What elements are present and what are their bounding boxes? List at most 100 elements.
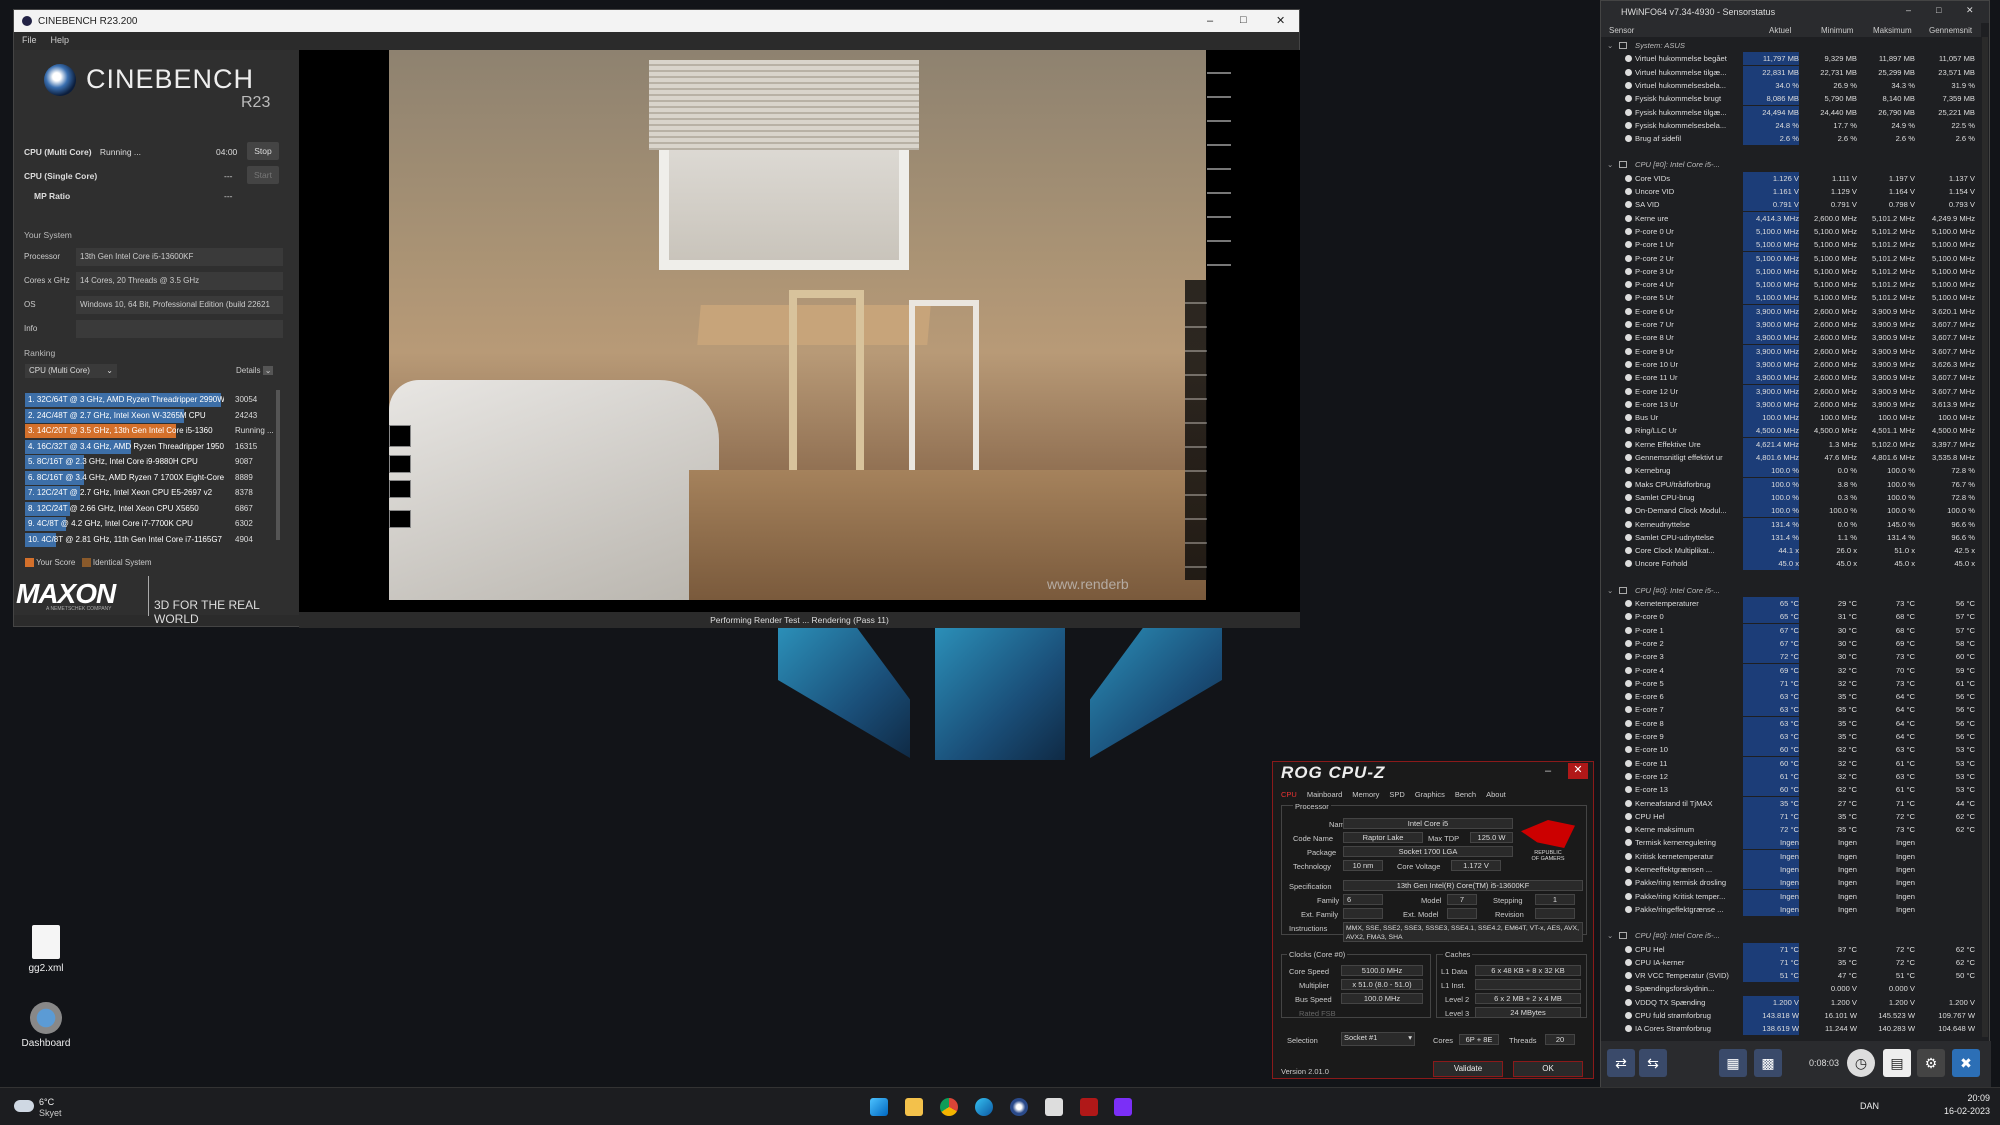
- sensor-row[interactable]: Core Clock Multiplikat... 44.1 x 26.0 x 51.…: [1601, 544, 1981, 558]
- ranking-item[interactable]: 6. 8C/16T @ 3.4 GHz, AMD Ryzen 7 1700X E…: [25, 470, 275, 485]
- sensor-row[interactable]: E-core 6 63 °C 35 °C 64 °C 56 °C: [1601, 690, 1981, 704]
- sensor-row[interactable]: VDDQ TX Spænding 1.200 V 1.200 V 1.200 V 1.2…: [1601, 995, 1981, 1009]
- hwinfo-taskbar-icon[interactable]: [1045, 1098, 1063, 1116]
- ranking-item[interactable]: 10. 4C/8T @ 2.81 GHz, 11th Gen Intel Cor…: [25, 532, 275, 547]
- maximize-button[interactable]: □: [1936, 5, 1941, 15]
- sensor-row[interactable]: SA VID 0.791 V 0.791 V 0.798 V 0.793 V: [1601, 198, 1981, 212]
- sensor-row[interactable]: E-core 8 63 °C 35 °C 64 °C 56 °C: [1601, 716, 1981, 730]
- file-explorer-icon[interactable]: [905, 1098, 923, 1116]
- sensor-row[interactable]: VR VCC Temperatur (SVID) 51 °C 47 °C 51 °C 5…: [1601, 969, 1981, 983]
- sensor-row[interactable]: CPU Hel 71 °C 35 °C 72 °C 62 °C: [1601, 809, 1981, 823]
- sensor-row[interactable]: P-core 2 Ur 5,100.0 MHz 5,100.0 MHz 5,101.2…: [1601, 251, 1981, 265]
- sensor-row[interactable]: E-core 7 Ur 3,900.0 MHz 2,600.0 MHz 3,900.9…: [1601, 318, 1981, 331]
- sensor-row[interactable]: Pakke/ring Kritisk temper... Ingen Ingen In…: [1601, 889, 1981, 903]
- sensor-row[interactable]: P-core 3 72 °C 30 °C 73 °C 60 °C: [1601, 650, 1981, 664]
- chrome-icon[interactable]: [940, 1098, 958, 1116]
- tab-bench[interactable]: Bench: [1455, 790, 1476, 799]
- network-icon[interactable]: ▦: [1719, 1049, 1747, 1077]
- sensor-row[interactable]: P-core 0 65 °C 31 °C 68 °C 57 °C: [1601, 610, 1981, 624]
- menu-file[interactable]: File: [22, 35, 37, 45]
- sensor-row[interactable]: IA Cores Strømforbrug 138.619 W 11.244 W 14…: [1601, 1022, 1981, 1036]
- tab-about[interactable]: About: [1486, 790, 1506, 799]
- sensor-row[interactable]: E-core 6 Ur 3,900.0 MHz 2,600.0 MHz 3,900.9…: [1601, 304, 1981, 318]
- sensor-row[interactable]: E-core 8 Ur 3,900.0 MHz 2,600.0 MHz 3,900.9…: [1601, 331, 1981, 345]
- sensor-row[interactable]: E-core 7 63 °C 35 °C 64 °C 56 °C: [1601, 703, 1981, 717]
- sensor-row[interactable]: Spændingsforskydnin... 0.000 V 0.000 V: [1601, 982, 1981, 995]
- collapse-icon[interactable]: ⌄: [1607, 929, 1613, 942]
- sensor-row[interactable]: Pakke/ringeffektgrænse ... Ingen Ingen Inge…: [1601, 902, 1981, 916]
- sensor-group[interactable]: ⌄ CPU [#0]: Intel Core i5-...: [1601, 158, 1981, 171]
- sensor-row[interactable]: CPU Hel 71 °C 37 °C 72 °C 62 °C: [1601, 942, 1981, 956]
- sensor-row[interactable]: Samlet CPU-udnyttelse 131.4 % 1.1 % 131.4 %…: [1601, 530, 1981, 544]
- sensor-row[interactable]: P-core 5 Ur 5,100.0 MHz 5,100.0 MHz 5,101.2…: [1601, 291, 1981, 305]
- sensor-row[interactable]: P-core 4 Ur 5,100.0 MHz 5,100.0 MHz 5,101.2…: [1601, 278, 1981, 292]
- sensor-row[interactable]: Bus Ur 100.0 MHz 100.0 MHz 100.0 MHz 100.0 M…: [1601, 411, 1981, 425]
- sensor-row[interactable]: Ring/LLC Ur 4,500.0 MHz 4,500.0 MHz 4,501.1…: [1601, 424, 1981, 438]
- ranking-item[interactable]: 8. 12C/24T @ 2.66 GHz, Intel Xeon CPU X5…: [25, 501, 275, 516]
- cinebench-taskbar-icon[interactable]: [1010, 1098, 1028, 1116]
- sensor-row[interactable]: P-core 2 67 °C 30 °C 69 °C 58 °C: [1601, 636, 1981, 650]
- layout-icon[interactable]: ▩: [1754, 1049, 1782, 1077]
- start-icon[interactable]: [870, 1098, 888, 1116]
- close-button[interactable]: ✕: [1276, 14, 1285, 27]
- minimize-button[interactable]: –: [1545, 765, 1551, 777]
- sensor-row[interactable]: Virtuel hukommelsesbela... 34.0 % 26.9 % 34…: [1601, 78, 1981, 92]
- stop-button[interactable]: Stop: [247, 142, 279, 160]
- sensor-row[interactable]: Virtuel hukommelse tilgæ... 22,831 MB 22,7…: [1601, 65, 1981, 79]
- nav-left-icon[interactable]: ⇄: [1607, 1049, 1635, 1077]
- info-field[interactable]: [76, 320, 283, 338]
- language-indicator[interactable]: DAN: [1860, 1101, 1879, 1111]
- collapse-icon[interactable]: ⌄: [1607, 39, 1613, 52]
- sensor-row[interactable]: E-core 9 63 °C 35 °C 64 °C 56 °C: [1601, 730, 1981, 743]
- clock-icon[interactable]: ◷: [1847, 1049, 1875, 1077]
- sensor-row[interactable]: E-core 13 60 °C 32 °C 61 °C 53 °C: [1601, 783, 1981, 797]
- sensor-row[interactable]: Gennemsnitligt effektivt ur 4,801.6 MHz 47…: [1601, 451, 1981, 464]
- sensor-group[interactable]: ⌄ System: ASUS: [1601, 39, 1981, 52]
- sensor-row[interactable]: P-core 1 Ur 5,100.0 MHz 5,100.0 MHz 5,101.2…: [1601, 238, 1981, 252]
- sensor-row[interactable]: Kerneudnyttelse 131.4 % 0.0 % 145.0 % 96.6 %: [1601, 517, 1981, 531]
- sensor-row[interactable]: Kerneeffektgrænsen ... Ingen Ingen Ingen: [1601, 863, 1981, 876]
- sensor-row[interactable]: E-core 10 Ur 3,900.0 MHz 2,600.0 MHz 3,900.…: [1601, 357, 1981, 371]
- ranking-item[interactable]: 7. 12C/24T @ 2.7 GHz, Intel Xeon CPU E5-…: [25, 486, 275, 500]
- nav-collapse-icon[interactable]: ⇆: [1639, 1049, 1667, 1077]
- cinebench-titlebar[interactable]: CINEBENCH R23.200 – □ ✕: [14, 10, 1299, 32]
- sensor-row[interactable]: E-core 10 60 °C 32 °C 63 °C 53 °C: [1601, 743, 1981, 757]
- sensor-row[interactable]: E-core 12 61 °C 32 °C 63 °C 53 °C: [1601, 769, 1981, 783]
- desktop-icon-dashboard[interactable]: Dashboard: [6, 1002, 86, 1049]
- start-button[interactable]: Start: [247, 166, 279, 184]
- sensor-row[interactable]: Kerne ure 4,414.3 MHz 2,600.0 MHz 5,101.2 M…: [1601, 211, 1981, 225]
- collapse-icon[interactable]: ⌄: [1607, 584, 1613, 597]
- clock[interactable]: 20:09 16-02-2023: [1930, 1093, 1990, 1116]
- ranking-item[interactable]: 3. 14C/20T @ 3.5 GHz, 13th Gen Intel Cor…: [25, 424, 275, 438]
- sensor-row[interactable]: Uncore VID 1.161 V 1.129 V 1.164 V 1.154 V: [1601, 185, 1981, 198]
- sensor-row[interactable]: P-core 4 69 °C 32 °C 70 °C 59 °C: [1601, 663, 1981, 677]
- ranking-item[interactable]: 4. 16C/32T @ 3.4 GHz, AMD Ryzen Threadri…: [25, 439, 275, 454]
- minimize-button[interactable]: –: [1906, 5, 1911, 15]
- sensor-row[interactable]: P-core 3 Ur 5,100.0 MHz 5,100.0 MHz 5,101.2…: [1601, 264, 1981, 278]
- ok-button[interactable]: OK: [1513, 1061, 1583, 1077]
- sensor-row[interactable]: Virtuel hukommelse begået 11,797 MB 9,329 …: [1601, 52, 1981, 66]
- sensor-row[interactable]: Kerne maksimum 72 °C 35 °C 73 °C 62 °C: [1601, 823, 1981, 837]
- report-icon[interactable]: ▤: [1883, 1049, 1911, 1077]
- desktop-icon-gg2[interactable]: gg2.xml: [6, 925, 86, 974]
- sensor-row[interactable]: E-core 9 Ur 3,900.0 MHz 2,600.0 MHz 3,900.9…: [1601, 344, 1981, 358]
- sensor-row[interactable]: Core VIDs 1.126 V 1.111 V 1.197 V 1.137 V: [1601, 171, 1981, 185]
- nzxt-icon[interactable]: [1114, 1098, 1132, 1116]
- hwinfo-scrollbar[interactable]: [1982, 37, 1988, 1037]
- close-button[interactable]: ✕: [1966, 5, 1974, 16]
- sensor-row[interactable]: P-core 0 Ur 5,100.0 MHz 5,100.0 MHz 5,101.2…: [1601, 224, 1981, 238]
- validate-button[interactable]: Validate: [1433, 1061, 1503, 1077]
- details-button[interactable]: Details ⌄: [236, 366, 274, 375]
- ranking-item[interactable]: 5. 8C/16T @ 2.3 GHz, Intel Core i9-9880H…: [25, 455, 275, 469]
- sensor-row[interactable]: Kernetemperaturer 65 °C 29 °C 73 °C 56 °C: [1601, 597, 1981, 610]
- cpuz-taskbar-icon[interactable]: [1080, 1098, 1098, 1116]
- weather-widget[interactable]: 6°C Skyet: [14, 1096, 74, 1120]
- tab-graphics[interactable]: Graphics: [1415, 790, 1445, 799]
- sensor-row[interactable]: Pakke/ring termisk drosling Ingen Ingen Ing…: [1601, 876, 1981, 890]
- ranking-dropdown[interactable]: CPU (Multi Core) ⌄: [25, 364, 117, 378]
- sensor-row[interactable]: CPU IA-kerner 71 °C 35 °C 72 °C 62 °C: [1601, 955, 1981, 969]
- sensor-row[interactable]: Kerneafstand til TjMAX 35 °C 27 °C 71 °C 44 …: [1601, 796, 1981, 810]
- tab-cpu[interactable]: CPU: [1281, 790, 1297, 799]
- tab-memory[interactable]: Memory: [1352, 790, 1379, 799]
- sensor-row[interactable]: Fysisk hukommelsesbela... 24.8 % 17.7 % 24.…: [1601, 118, 1981, 132]
